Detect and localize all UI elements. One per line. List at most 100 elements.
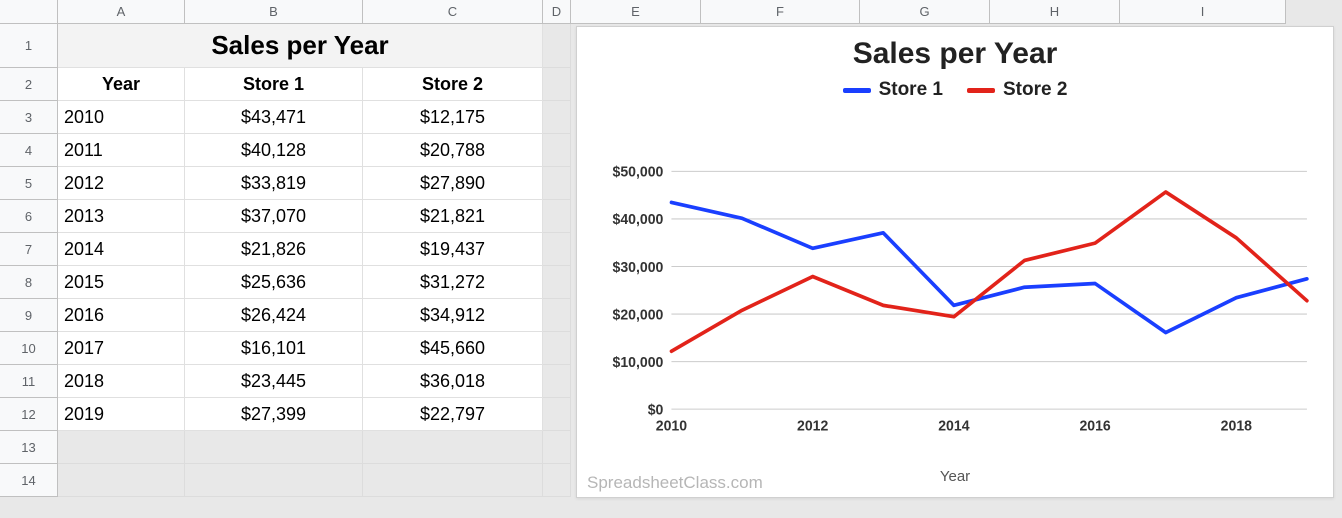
column-header[interactable]: E <box>571 0 701 24</box>
cell-store2[interactable]: $36,018 <box>363 365 543 398</box>
cell-blank[interactable] <box>543 101 571 134</box>
row-headers: 1234567891011121314 <box>0 24 58 497</box>
cell-store1[interactable]: $40,128 <box>185 134 363 167</box>
cell-year[interactable]: 2014 <box>58 233 185 266</box>
svg-text:2010: 2010 <box>656 418 687 434</box>
cell-empty[interactable] <box>363 431 543 464</box>
row-header[interactable]: 3 <box>0 101 58 134</box>
column-header[interactable]: A <box>58 0 185 24</box>
legend-label: Store 2 <box>1003 79 1067 101</box>
column-header[interactable]: D <box>543 0 571 24</box>
cell-store1[interactable]: $27,399 <box>185 398 363 431</box>
header-store2[interactable]: Store 2 <box>363 68 543 101</box>
header-store1[interactable]: Store 1 <box>185 68 363 101</box>
cell-blank[interactable] <box>543 332 571 365</box>
legend-swatch <box>967 88 995 93</box>
cell-year[interactable]: 2016 <box>58 299 185 332</box>
cell-empty[interactable] <box>58 431 185 464</box>
cell-year[interactable]: 2011 <box>58 134 185 167</box>
chart-legend: Store 1 Store 2 <box>577 79 1333 101</box>
svg-text:2014: 2014 <box>938 418 969 434</box>
svg-text:$10,000: $10,000 <box>613 355 664 371</box>
row-header[interactable]: 9 <box>0 299 58 332</box>
row-header[interactable]: 1 <box>0 24 58 68</box>
cell-store2[interactable]: $22,797 <box>363 398 543 431</box>
spreadsheet: ABCDEFGHI 1234567891011121314 Sales per … <box>0 0 1342 518</box>
watermark: SpreadsheetClass.com <box>587 473 763 493</box>
cell-empty[interactable] <box>543 464 571 497</box>
legend-swatch <box>843 88 871 93</box>
cell-blank[interactable] <box>543 365 571 398</box>
column-header[interactable]: C <box>363 0 543 24</box>
cell-store1[interactable]: $26,424 <box>185 299 363 332</box>
cell-store1[interactable]: $16,101 <box>185 332 363 365</box>
cell-store2[interactable]: $27,890 <box>363 167 543 200</box>
cell-year[interactable]: 2010 <box>58 101 185 134</box>
chart-plot-area: $0$10,000$20,000$30,000$40,000$50,000201… <box>593 165 1317 441</box>
cell-blank[interactable] <box>543 233 571 266</box>
cell-blank[interactable] <box>543 398 571 431</box>
row-header[interactable]: 7 <box>0 233 58 266</box>
cell-empty[interactable] <box>58 464 185 497</box>
cell-year[interactable]: 2017 <box>58 332 185 365</box>
cell-store1[interactable]: $21,826 <box>185 233 363 266</box>
row-header[interactable]: 2 <box>0 68 58 101</box>
legend-label: Store 1 <box>879 79 943 101</box>
legend-item-store1: Store 1 <box>843 79 943 101</box>
cell-blank[interactable] <box>543 134 571 167</box>
cell-store2[interactable]: $20,788 <box>363 134 543 167</box>
row-header[interactable]: 5 <box>0 167 58 200</box>
header-year[interactable]: Year <box>58 68 185 101</box>
cell-blank[interactable] <box>543 299 571 332</box>
svg-text:2016: 2016 <box>1079 418 1110 434</box>
row-header[interactable]: 4 <box>0 134 58 167</box>
cell-empty[interactable] <box>185 431 363 464</box>
chart[interactable]: Sales per Year Store 1 Store 2 $0$10,000… <box>576 26 1334 498</box>
cell-year[interactable]: 2012 <box>58 167 185 200</box>
row-header[interactable]: 8 <box>0 266 58 299</box>
cell-store2[interactable]: $12,175 <box>363 101 543 134</box>
svg-text:$30,000: $30,000 <box>613 259 664 275</box>
table-title[interactable]: Sales per Year <box>58 24 543 68</box>
column-header[interactable]: G <box>860 0 990 24</box>
cell-blank[interactable] <box>543 200 571 233</box>
svg-text:$50,000: $50,000 <box>613 165 664 181</box>
cell-empty[interactable] <box>363 464 543 497</box>
column-header[interactable]: I <box>1120 0 1286 24</box>
cell-blank[interactable] <box>543 167 571 200</box>
cell-blank[interactable] <box>543 68 571 101</box>
row-header[interactable]: 11 <box>0 365 58 398</box>
svg-text:2012: 2012 <box>797 418 828 434</box>
cell-year[interactable]: 2019 <box>58 398 185 431</box>
column-header[interactable]: F <box>701 0 860 24</box>
cell-store2[interactable]: $21,821 <box>363 200 543 233</box>
row-header[interactable]: 12 <box>0 398 58 431</box>
cell-blank[interactable] <box>543 24 571 68</box>
cell-store1[interactable]: $33,819 <box>185 167 363 200</box>
cell-year[interactable]: 2015 <box>58 266 185 299</box>
cell-blank[interactable] <box>543 266 571 299</box>
row-header[interactable]: 14 <box>0 464 58 497</box>
cell-store1[interactable]: $43,471 <box>185 101 363 134</box>
row-header[interactable]: 13 <box>0 431 58 464</box>
cell-store2[interactable]: $45,660 <box>363 332 543 365</box>
cell-store2[interactable]: $31,272 <box>363 266 543 299</box>
cell-store2[interactable]: $34,912 <box>363 299 543 332</box>
cell-store1[interactable]: $25,636 <box>185 266 363 299</box>
cell-empty[interactable] <box>543 431 571 464</box>
svg-text:$40,000: $40,000 <box>613 212 664 228</box>
legend-item-store2: Store 2 <box>967 79 1067 101</box>
cell-year[interactable]: 2013 <box>58 200 185 233</box>
grid: Sales per YearYearStore 1Store 2 2010$43,… <box>58 24 571 497</box>
cell-store1[interactable]: $23,445 <box>185 365 363 398</box>
column-header[interactable]: H <box>990 0 1120 24</box>
row-header[interactable]: 10 <box>0 332 58 365</box>
row-header[interactable]: 6 <box>0 200 58 233</box>
cell-store2[interactable]: $19,437 <box>363 233 543 266</box>
cell-empty[interactable] <box>185 464 363 497</box>
chart-svg: $0$10,000$20,000$30,000$40,000$50,000201… <box>593 165 1317 441</box>
cell-store1[interactable]: $37,070 <box>185 200 363 233</box>
cell-year[interactable]: 2018 <box>58 365 185 398</box>
select-all-corner[interactable] <box>0 0 58 24</box>
column-header[interactable]: B <box>185 0 363 24</box>
